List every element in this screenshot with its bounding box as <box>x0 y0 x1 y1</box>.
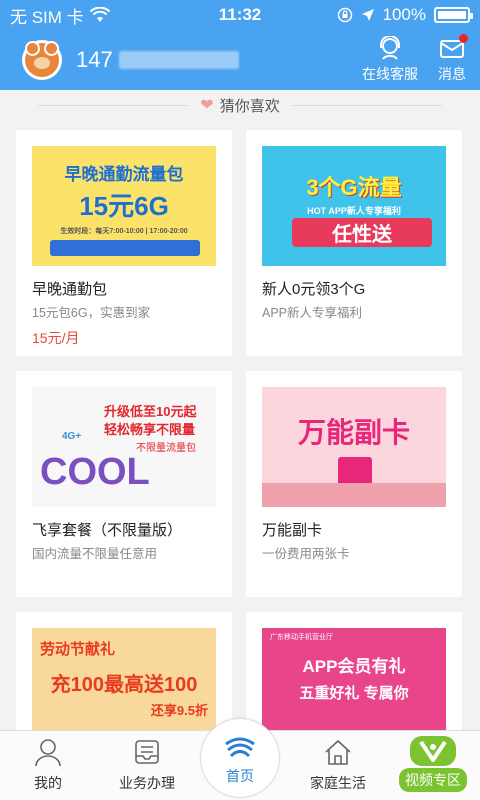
tab-label: 业务办理 <box>119 775 175 791</box>
card-universal-sub-card[interactable]: 万能副卡 万能副卡 一份费用两张卡 <box>246 371 462 597</box>
wifi-icon <box>89 7 110 22</box>
banner-note: HOT APP新人专享福利 <box>307 206 401 216</box>
carrier-text: 无 SIM 卡 <box>10 7 84 27</box>
tab-label: 我的 <box>34 775 62 791</box>
card-commute-pack[interactable]: 早晚通勤流量包 15元6G 生效时段：每天7:00-10:00 | 17:00-… <box>16 130 232 356</box>
banner-text: 15元6G <box>79 191 169 221</box>
card-banner-image: 3个G流量 HOT APP新人专享福利 任性送 <box>262 146 446 266</box>
house-icon <box>325 739 351 765</box>
card-subtitle: 15元包6G，实惠到家 <box>32 306 151 320</box>
tab-label: 视频专区 <box>399 768 467 792</box>
customer-service-icon <box>380 36 400 60</box>
banner-note: 还享9.5折 <box>150 703 208 718</box>
china-mobile-logo-icon <box>225 737 255 758</box>
banner-text: 早晚通勤流量包 <box>64 165 184 184</box>
banner-text: 充100最高送100 <box>50 674 198 696</box>
orientation-lock-icon <box>337 7 352 23</box>
card-title: 新人0元领3个G <box>262 281 366 298</box>
clock: 11:32 <box>218 5 262 24</box>
heart-icon: ❤ <box>200 97 214 114</box>
phone-number: 147 <box>76 47 239 73</box>
banner-note: 广东移动手机营业厅 <box>270 634 333 641</box>
card-banner-image: 广东移动手机营业厅 APP会员有礼 五重好礼 专属你 <box>262 628 446 742</box>
location-icon <box>361 9 374 21</box>
section-title: 猜你喜欢 <box>219 97 280 115</box>
banner-text: 劳动节献礼 <box>40 641 116 658</box>
tab-family-life[interactable]: 家庭生活 <box>296 731 380 800</box>
battery-percent: 100% <box>382 5 426 24</box>
status-bar: 无 SIM 卡 11:32 100% <box>0 0 480 30</box>
unread-badge <box>459 34 468 43</box>
phone-mask <box>118 51 239 69</box>
top-bar: 无 SIM 卡 11:32 100% 147 在线客服 消息 <box>0 0 480 90</box>
card-subtitle: 国内流量不限量任意用 <box>32 547 158 561</box>
inbox-icon <box>135 740 159 764</box>
bear-avatar-icon <box>25 41 59 77</box>
card-subtitle: 一份费用两张卡 <box>262 547 350 561</box>
phone-prefix: 147 <box>76 47 113 72</box>
banner-text: 万能副卡 <box>297 417 410 448</box>
banner-text: 轻松畅享不限量 <box>104 422 196 437</box>
messages-label: 消息 <box>438 66 466 82</box>
card-title: 万能副卡 <box>262 522 323 539</box>
card-banner-image: 劳动节献礼 充100最高送100 还享9.5折 <box>32 628 216 742</box>
card-app-member-gift[interactable]: 广东移动手机营业厅 APP会员有礼 五重好礼 专属你 <box>246 612 462 742</box>
divider-left <box>38 104 189 106</box>
banner-text: 升级低至10元起 <box>104 404 197 419</box>
card-title: 早晚通勤包 <box>32 281 108 298</box>
banner-word: COOL <box>40 451 150 493</box>
section-header: ❤ 猜你喜欢 <box>0 90 480 120</box>
tab-mine[interactable]: 我的 <box>12 731 84 800</box>
person-icon <box>35 739 61 767</box>
banner-text: 任性送 <box>292 218 432 247</box>
card-unlimited-plan[interactable]: 升级低至10元起 轻松畅享不限量 不限量流量包 4G+ COOL 飞享套餐（不限… <box>16 371 232 597</box>
messages-button[interactable]: 消息 <box>438 34 468 84</box>
banner-text: 五重好礼 专属你 <box>299 685 409 702</box>
tab-home[interactable]: 首页 <box>200 718 280 798</box>
customer-service-label: 在线客服 <box>362 66 418 82</box>
tab-label: 家庭生活 <box>310 775 366 791</box>
banner-note: 生效时段：每天7:00-10:00 | 17:00-20:00 <box>60 228 188 235</box>
account-header: 147 在线客服 消息 <box>0 30 480 90</box>
card-banner-image: 万能副卡 <box>262 387 446 507</box>
card-subtitle: APP新人专享福利 <box>262 306 363 320</box>
card-labor-day-offer[interactable]: 劳动节献礼 充100最高送100 还享9.5折 <box>16 612 232 742</box>
card-price: 15元/月 <box>32 330 80 346</box>
battery-icon <box>434 7 473 23</box>
avatar[interactable] <box>22 40 62 80</box>
card-title: 飞享套餐（不限量版） <box>32 522 183 539</box>
city-skyline-graphic <box>262 483 446 507</box>
banner-text: 3个G流量 <box>306 175 402 200</box>
customer-service-button[interactable]: 在线客服 <box>362 36 418 84</box>
card-new-user-3g[interactable]: 3个G流量 HOT APP新人专享福利 任性送 新人0元领3个G APP新人专享… <box>246 130 462 356</box>
tab-label: 首页 <box>226 768 254 784</box>
banner-text: APP会员有礼 <box>302 657 406 676</box>
tab-video-zone[interactable]: 视频专区 <box>392 736 474 796</box>
card-banner-image: 早晚通勤流量包 15元6G 生效时段：每天7:00-10:00 | 17:00-… <box>32 146 216 266</box>
video-logo-icon <box>410 736 456 766</box>
phone-graphic <box>50 240 200 256</box>
card-banner-image: 升级低至10元起 轻松畅享不限量 不限量流量包 4G+ COOL <box>32 387 216 507</box>
banner-badge: 4G+ <box>62 431 82 442</box>
divider-right <box>291 104 442 106</box>
tab-business[interactable]: 业务办理 <box>102 731 192 800</box>
